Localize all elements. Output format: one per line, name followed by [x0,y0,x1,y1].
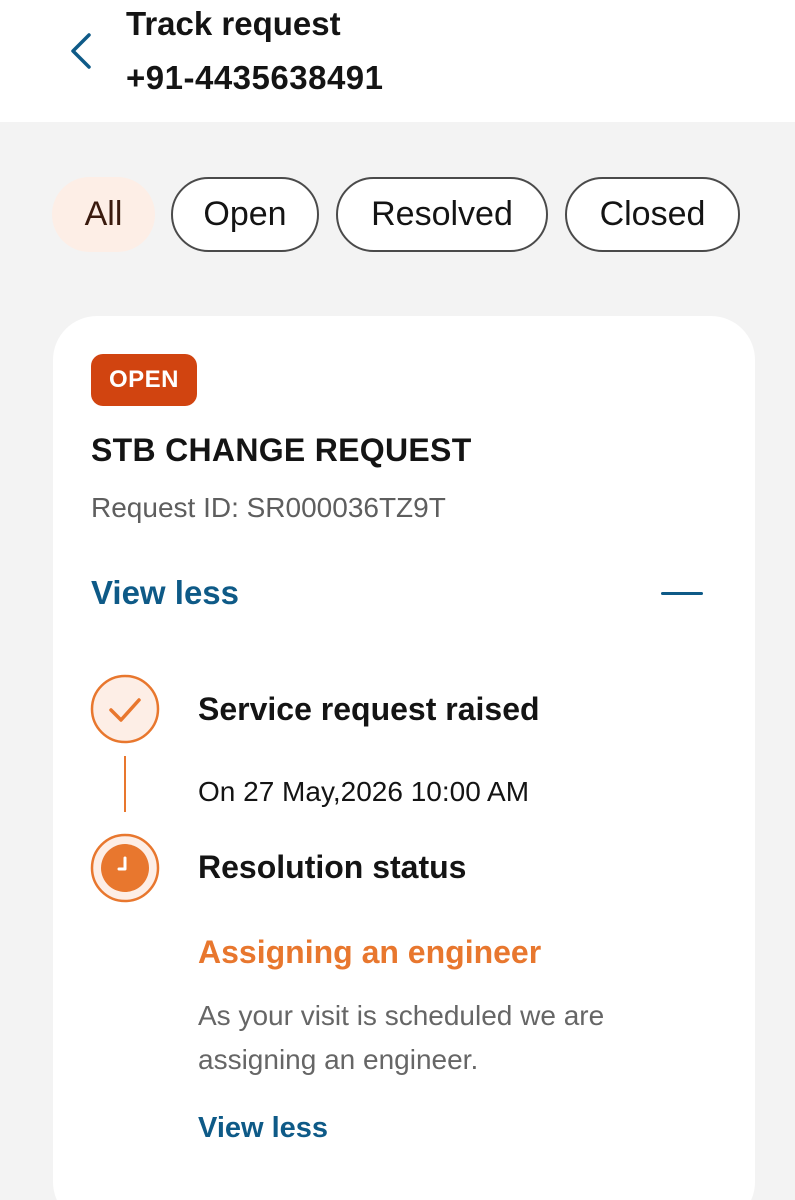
timeline-step-title: Resolution status [198,849,467,885]
view-less-link-step[interactable]: View less [198,1112,328,1145]
collapse-button[interactable] [657,578,707,608]
back-button[interactable] [58,28,104,74]
timeline-step-date: On 27 May,2026 10:00 AM [198,776,530,807]
status-badge: OPEN [91,354,198,406]
filter-chips: All Open Resolved Closed [0,177,795,253]
timeline-step-title: Service request raised [198,691,540,727]
app-header: Track request +91-4435638491 [0,0,795,122]
resolution-description: As your visit is scheduled we are assign… [198,1000,605,1075]
filter-chip-resolved[interactable]: Resolved [336,177,548,252]
filter-chip-closed[interactable]: Closed [565,177,740,252]
resolution-status: Assigning an engineer [198,934,542,970]
view-less-link[interactable]: View less [91,574,239,612]
request-card: OPEN STB CHANGE REQUEST Request ID: SR00… [53,316,755,1200]
request-id: Request ID: SR000036TZ9T [91,492,446,523]
chevron-left-icon [71,33,91,69]
minus-icon [661,591,703,595]
filter-chip-open[interactable]: Open [171,177,319,252]
request-title: STB CHANGE REQUEST [91,432,472,468]
check-circle-icon [90,674,160,744]
filter-chip-all[interactable]: All [52,177,155,252]
phone-number: +91-4435638491 [126,59,384,96]
page-title: Track request [126,5,341,42]
timeline-connector [124,756,126,812]
clock-circle-icon [90,833,160,903]
